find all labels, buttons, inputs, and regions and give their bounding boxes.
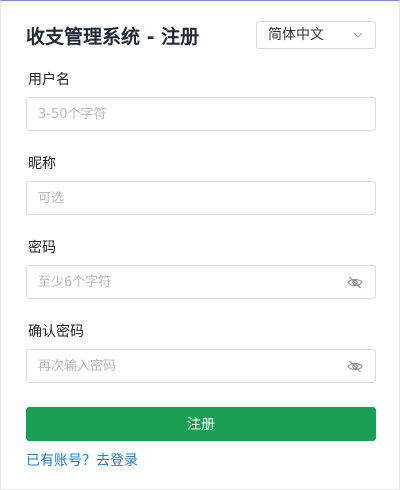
confirm-password-input[interactable] [38,350,338,382]
register-card: 收支管理系统 - 注册 简体中文 用户名 昵称 密码 确认密码 [0,0,400,490]
nickname-label: 昵称 [28,156,56,172]
login-link[interactable]: 已有账号？去登录 [26,452,138,470]
eye-slash-icon[interactable] [347,360,363,373]
username-field[interactable] [26,97,376,131]
language-select-value: 简体中文 [268,27,324,43]
password-label: 密码 [28,240,56,256]
register-button[interactable]: 注册 [26,407,376,441]
password-input[interactable] [38,266,338,298]
chevron-down-icon [353,32,363,38]
nickname-field[interactable] [26,181,376,215]
nickname-input[interactable] [38,182,338,214]
header: 收支管理系统 - 注册 简体中文 [26,21,376,51]
confirm-password-field[interactable] [26,349,376,383]
password-field[interactable] [26,265,376,299]
eye-slash-icon[interactable] [347,276,363,289]
confirm-password-label: 确认密码 [28,324,84,340]
page-title: 收支管理系统 - 注册 [26,26,200,48]
username-label: 用户名 [28,72,70,88]
language-select[interactable]: 简体中文 [256,21,376,49]
username-input[interactable] [38,98,338,130]
